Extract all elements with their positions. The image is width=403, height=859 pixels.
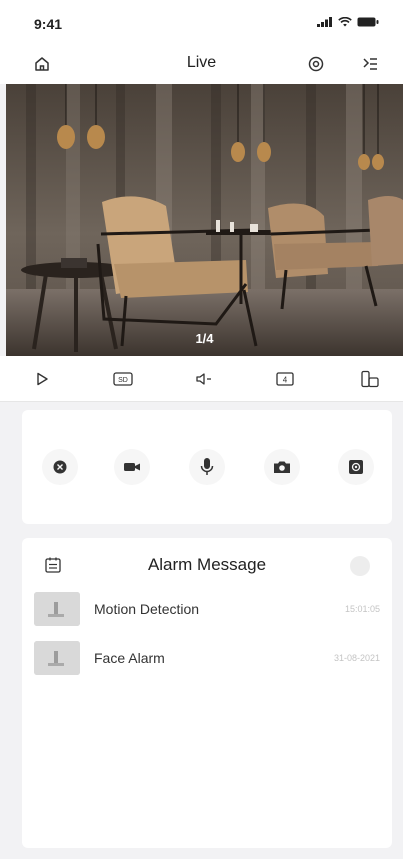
ptz-icon <box>53 460 67 474</box>
microphone-button[interactable] <box>189 449 225 485</box>
screen-rotate-icon <box>361 370 379 388</box>
settings-icon <box>308 56 324 72</box>
alarm-item-face-alarm[interactable]: Face Alarm 31-08-2021 <box>34 641 384 681</box>
more-icon[interactable] <box>350 556 370 576</box>
alarm-item-label: Motion Detection <box>94 601 200 617</box>
rotate-screen-button[interactable] <box>358 367 382 391</box>
nav-bar: Live <box>0 44 403 84</box>
battery-icon <box>357 17 379 27</box>
speaker-icon <box>196 373 211 385</box>
status-icons <box>317 17 379 27</box>
status-bar: 9:41 <box>0 0 403 44</box>
alarm-thumbnail <box>34 641 80 675</box>
split-label: 4 <box>283 376 288 385</box>
alarm-title: Alarm Message <box>147 555 267 574</box>
camera-scene <box>6 84 403 356</box>
page-indicator: 1/4 <box>195 331 214 346</box>
alarm-item-motion-detection[interactable]: Motion Detection 15:01:05 <box>34 592 384 632</box>
quality-label: SD <box>118 377 128 384</box>
record-icon <box>124 463 140 471</box>
focus-button[interactable] <box>338 449 374 485</box>
focus-icon <box>349 460 363 474</box>
player-toolbar: SD 4 <box>0 356 403 402</box>
split-screen-button[interactable]: 4 <box>273 367 297 391</box>
alarm-thumbnail <box>34 592 80 626</box>
signal-icon <box>317 17 332 27</box>
play-button[interactable] <box>30 367 54 391</box>
record-button[interactable] <box>114 449 150 485</box>
snapshot-icon <box>274 461 290 473</box>
menu-button[interactable] <box>358 52 382 76</box>
alarm-item-time: 31-08-2021 <box>333 653 380 663</box>
wifi-icon <box>338 17 352 27</box>
alarm-item-time: 15:01:05 <box>344 604 380 614</box>
page-title: Live <box>186 54 217 71</box>
alarm-message-card: Alarm Message Motion Detection 15:01:05 … <box>22 538 392 848</box>
sd-quality-icon: SD <box>113 372 133 386</box>
audio-button[interactable] <box>192 367 216 391</box>
status-time: 9:41 <box>34 16 63 32</box>
quality-button[interactable]: SD <box>111 367 135 391</box>
split-screen-icon: 4 <box>276 372 294 386</box>
settings-button[interactable] <box>304 52 328 76</box>
play-icon <box>37 372 48 386</box>
live-video-feed[interactable]: 1/4 <box>6 84 403 356</box>
ptz-button[interactable] <box>42 449 78 485</box>
control-panel <box>22 410 392 524</box>
alarm-item-label: Face Alarm <box>94 650 165 666</box>
microphone-icon <box>200 458 214 475</box>
menu-icon <box>363 58 377 70</box>
snapshot-button[interactable] <box>264 449 300 485</box>
